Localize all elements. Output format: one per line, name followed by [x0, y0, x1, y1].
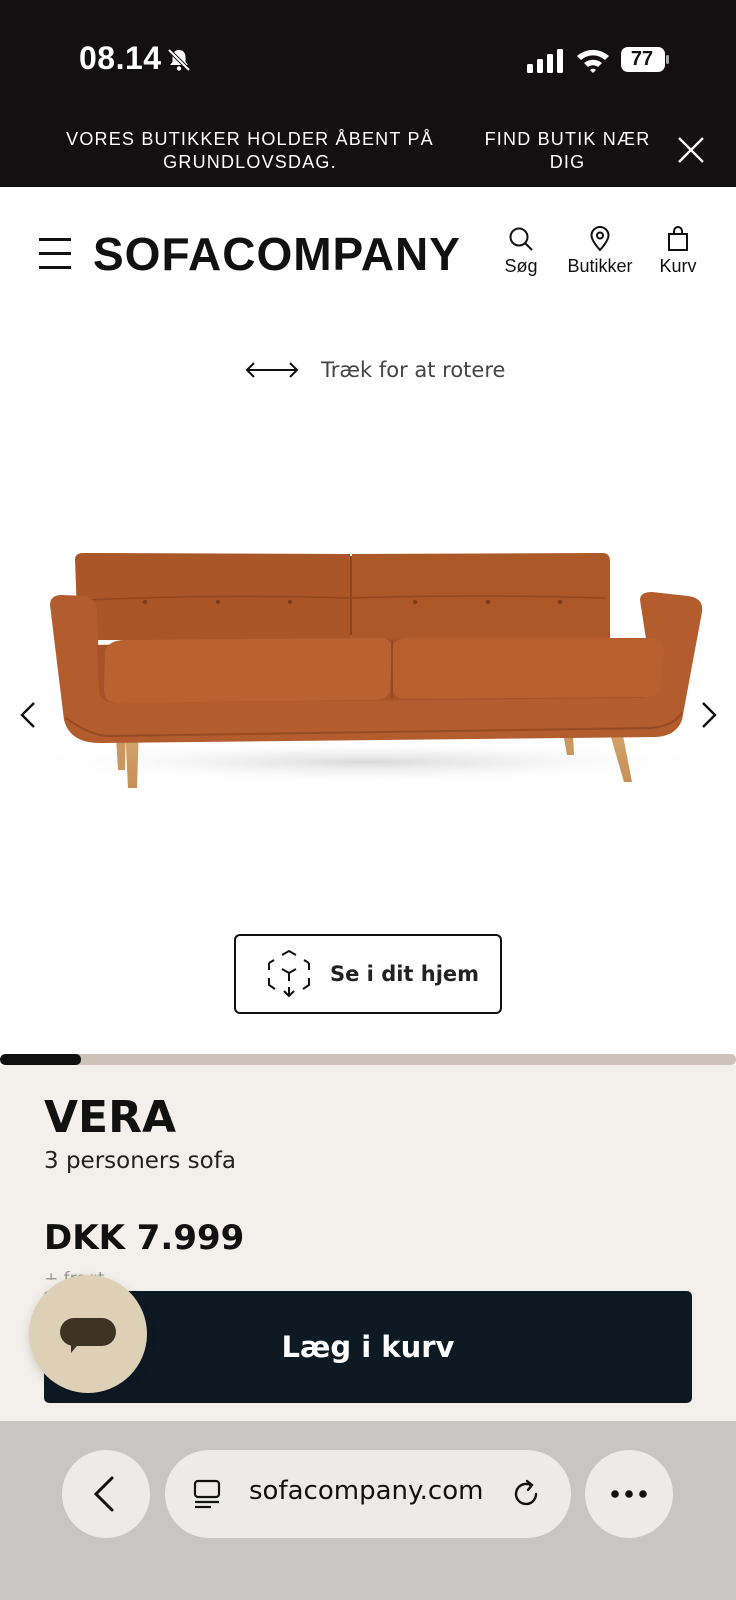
gallery-progress-fill [0, 1054, 81, 1065]
close-icon[interactable] [676, 135, 706, 165]
rotate-hint: Træk for at rotere [245, 358, 505, 382]
view-in-home-button[interactable]: Se i dit hjem [234, 934, 502, 1014]
browser-address-bar[interactable]: sofacompany.com [165, 1450, 571, 1538]
product-type: 3 personers sofa [44, 1148, 236, 1174]
rotate-hint-text: Træk for at rotere [321, 358, 506, 382]
stores-button[interactable]: Butikker [562, 226, 638, 277]
tab-overview-icon [193, 1479, 221, 1509]
top-bar: 08.14 77 VORES BUTIKKER HOLDER ÅBENT PÅ … [0, 0, 736, 187]
chat-icon [60, 1318, 116, 1353]
wifi-icon [577, 49, 609, 73]
add-to-cart-label: Læg i kurv [281, 1330, 455, 1364]
battery-level: 77 [630, 48, 654, 70]
cellular-signal-icon [527, 49, 563, 73]
site-logo[interactable]: SOFACOMPANY [93, 227, 461, 281]
status-time: 08.14 [79, 40, 162, 76]
cart-button[interactable]: Kurv [656, 226, 700, 277]
browser-back-button[interactable] [62, 1450, 150, 1538]
view-in-home-label: Se i dit hjem [330, 962, 480, 986]
search-label: Søg [504, 256, 538, 276]
location-pin-icon [590, 226, 610, 252]
silent-bell-icon [167, 48, 191, 72]
cart-label: Kurv [659, 256, 697, 276]
ar-cube-icon [268, 949, 310, 998]
browser-more-button[interactable] [585, 1450, 673, 1538]
shopping-bag-icon [668, 226, 688, 251]
horizontal-arrows-icon [245, 362, 299, 378]
product-price: DKK 7.999 [44, 1218, 245, 1258]
stores-label: Butikker [567, 256, 633, 276]
url-text: sofacompany.com [249, 1476, 484, 1506]
hamburger-menu-icon[interactable] [39, 237, 71, 271]
reload-icon[interactable] [509, 1477, 543, 1511]
search-button[interactable]: Søg [500, 226, 542, 277]
banner-message: VORES BUTIKKER HOLDER ÅBENT PÅ GRUNDLOVS… [66, 129, 434, 172]
gallery-progress-bar [0, 1054, 736, 1065]
chat-button[interactable] [29, 1275, 147, 1393]
product-image-sofa[interactable] [0, 540, 736, 810]
more-dots-icon [611, 1490, 647, 1498]
back-chevron-icon [93, 1476, 114, 1512]
find-store-link[interactable]: FIND BUTIK NÆR DIG [475, 128, 660, 174]
product-name: VERA [44, 1092, 177, 1143]
search-icon [509, 227, 533, 251]
